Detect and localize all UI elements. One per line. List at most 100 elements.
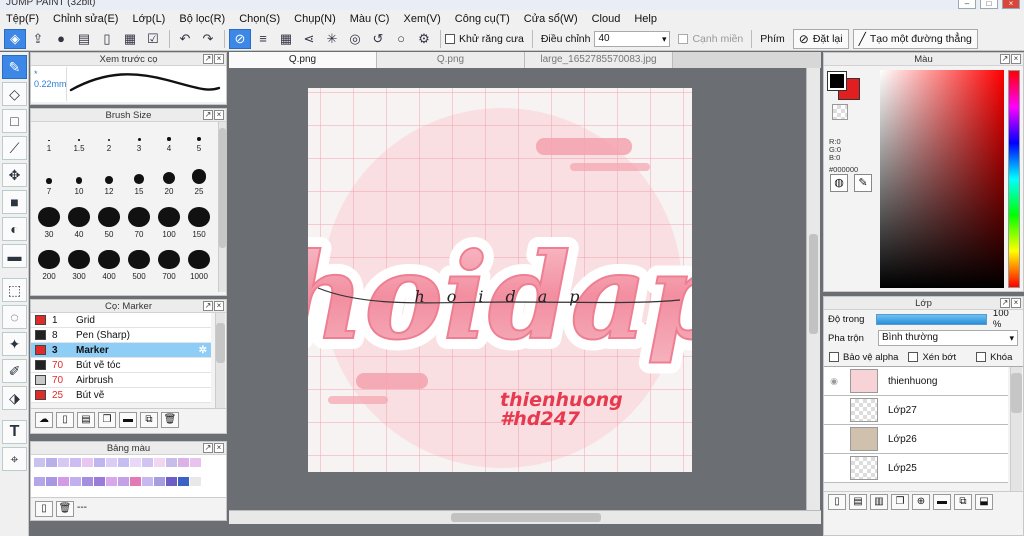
text-tool-icon[interactable]: T xyxy=(2,420,27,444)
layer-row-26[interactable]: Lớp26 xyxy=(824,425,1008,454)
palette-swatch[interactable] xyxy=(166,476,177,486)
color-palette-icon[interactable]: ✎ xyxy=(854,174,872,192)
select-eraser-tool-icon[interactable]: ⬗ xyxy=(2,386,27,410)
checklist-icon[interactable]: ☑ xyxy=(142,29,164,49)
palette-swatch[interactable] xyxy=(190,458,201,467)
palette-swatch[interactable] xyxy=(58,458,69,467)
brush-size-option[interactable]: 100 xyxy=(154,207,184,239)
brush-item-marker[interactable]: 3 Marker ✲ xyxy=(31,343,211,358)
menu-window[interactable]: Cửa sổ(W) xyxy=(524,13,585,25)
brush-size-option[interactable]: 2 xyxy=(94,122,124,154)
brush-size-option[interactable]: 15 xyxy=(124,165,154,197)
redo-icon[interactable]: ↷ xyxy=(197,29,219,49)
message-icon[interactable]: ▤ xyxy=(73,29,95,49)
brush-add-icon[interactable]: ▤ xyxy=(77,412,95,428)
brush-size-option[interactable]: 5 xyxy=(184,122,214,154)
grid-ruler-icon[interactable]: ▦ xyxy=(275,29,297,49)
brush-size-option[interactable]: 30 xyxy=(34,207,64,239)
page-icon[interactable]: ▦ xyxy=(119,29,141,49)
palette-swatch[interactable] xyxy=(94,458,105,467)
brush-settings-icon[interactable]: ✲ xyxy=(199,345,207,356)
brush-delete-icon[interactable]: 🗑 xyxy=(161,412,179,428)
brush-folder-icon[interactable]: ▬ xyxy=(119,412,137,428)
layer-list-scrollbar[interactable] xyxy=(1010,367,1022,491)
brush-size-option[interactable]: 700 xyxy=(154,249,184,282)
panel-close-icon[interactable]: × xyxy=(1011,298,1021,308)
palette-swatch[interactable] xyxy=(142,476,153,486)
lasso-tool-icon[interactable]: ◌ xyxy=(2,305,27,329)
palette-swatch[interactable] xyxy=(178,476,189,486)
palette-swatch[interactable] xyxy=(166,458,177,467)
palette-swatch[interactable] xyxy=(58,476,69,486)
gradient-tool-icon[interactable]: ▬ xyxy=(2,244,27,268)
brush-size-option[interactable]: 1.5 xyxy=(64,122,94,154)
move-tool-icon[interactable]: ✥ xyxy=(2,163,27,187)
palette-swatch[interactable] xyxy=(82,476,93,486)
panel-float-icon[interactable]: ↗ xyxy=(1000,54,1010,64)
circle-ruler-icon[interactable]: ○ xyxy=(390,29,412,49)
palette-swatch[interactable] xyxy=(34,476,45,486)
curve-ruler-icon[interactable]: ↺ xyxy=(367,29,389,49)
brush-tool-icon[interactable]: ✎ xyxy=(2,55,27,79)
eyedropper-tool-icon[interactable]: ⌖ xyxy=(2,447,27,471)
panel-close-icon[interactable]: × xyxy=(214,110,224,120)
palette-swatch[interactable] xyxy=(94,476,105,486)
brush-size-option[interactable]: 20 xyxy=(154,165,184,197)
panel-float-icon[interactable]: ↗ xyxy=(203,301,213,311)
panel-float-icon[interactable]: ↗ xyxy=(203,443,213,453)
brush-copy-icon[interactable]: ❐ xyxy=(98,412,116,428)
brush-size-option[interactable]: 12 xyxy=(94,165,124,197)
layer-new-halftone-icon[interactable]: ▥ xyxy=(870,494,888,510)
minimize-button[interactable]: – xyxy=(958,0,976,9)
panel-close-icon[interactable]: × xyxy=(214,443,224,453)
brush-size-option[interactable]: 7 xyxy=(34,165,64,197)
layer-folder-icon[interactable]: ▬ xyxy=(933,494,951,510)
brush-size-option[interactable]: 10 xyxy=(64,165,94,197)
no-ruler-icon[interactable]: ⊘ xyxy=(229,28,251,49)
panel-float-icon[interactable]: ↗ xyxy=(203,110,213,120)
menu-capture[interactable]: Chụp(N) xyxy=(294,13,343,25)
brush-list-scrollbar[interactable] xyxy=(215,313,225,408)
brush-size-option[interactable]: 4 xyxy=(154,122,184,154)
brush-size-scrollbar[interactable] xyxy=(218,122,226,292)
brush-size-option[interactable]: 1 xyxy=(34,122,64,154)
tab-q-png-2[interactable]: Q.png xyxy=(377,52,525,68)
palette-swatch[interactable] xyxy=(46,476,57,486)
brush-size-option[interactable]: 500 xyxy=(124,249,154,282)
layer-new-icon[interactable]: ▯ xyxy=(828,494,846,510)
brush-size-option[interactable]: 25 xyxy=(184,165,214,197)
panel-float-icon[interactable]: ↗ xyxy=(203,54,213,64)
palette-swatch[interactable] xyxy=(70,476,81,486)
menu-select[interactable]: Chọn(S) xyxy=(239,13,287,25)
brush-item-grid[interactable]: 1 Grid xyxy=(31,313,211,328)
palette-swatch[interactable] xyxy=(82,458,93,467)
export-icon[interactable]: ⇪ xyxy=(27,29,49,49)
fill-rect-tool-icon[interactable]: ■ xyxy=(2,190,27,214)
bucket-tool-icon[interactable]: ◐ xyxy=(2,217,27,241)
eraser-tool-icon[interactable]: ◇ xyxy=(2,82,27,106)
canvas-vertical-scrollbar[interactable] xyxy=(806,68,820,510)
tab-large-jpg[interactable]: large_1652785570083.jpg xyxy=(525,52,673,68)
blend-mode-combo[interactable]: Bình thường xyxy=(878,330,1018,346)
comment-icon[interactable]: ● xyxy=(50,29,72,49)
ruler-settings-icon[interactable]: ⚙ xyxy=(413,29,435,49)
brush-item-pen[interactable]: 25 Bút vẽ xyxy=(31,388,211,403)
palette-new-icon[interactable]: ▯ xyxy=(35,501,53,517)
concentric-ruler-icon[interactable]: ◎ xyxy=(344,29,366,49)
adjust-combo[interactable]: 40 xyxy=(594,30,671,47)
brush-size-option[interactable]: 40 xyxy=(64,207,94,239)
select-pen-tool-icon[interactable]: ✐ xyxy=(2,359,27,383)
brush-item-airbrush[interactable]: 70 Airbrush xyxy=(31,373,211,388)
radial-ruler-icon[interactable]: ✳ xyxy=(321,29,343,49)
saturation-value-picker[interactable] xyxy=(880,70,1004,288)
clip-checkbox[interactable] xyxy=(908,352,919,362)
palette-swatch[interactable] xyxy=(130,476,141,486)
panel-close-icon[interactable]: × xyxy=(214,54,224,64)
menu-tools[interactable]: Công cụ(T) xyxy=(455,13,517,25)
line-tool-icon[interactable]: ⟋ xyxy=(2,136,27,160)
menu-view[interactable]: Xem(V) xyxy=(403,13,447,25)
rect-select-tool-icon[interactable]: □ xyxy=(2,109,27,133)
palette-swatch[interactable] xyxy=(154,458,165,467)
straight-line-button[interactable]: ╱ Tạo một đường thẳng xyxy=(852,28,978,49)
layer-row-27[interactable]: Lớp27 xyxy=(824,396,1008,425)
